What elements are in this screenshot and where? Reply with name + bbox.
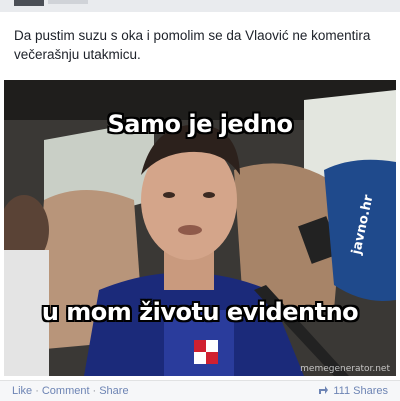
share-icon	[319, 386, 329, 394]
author-name-line[interactable]	[48, 0, 88, 4]
meme-top-text: Samo je jedno	[107, 110, 293, 138]
post-photo[interactable]: javno.hr Samo je jedno u mom životu evid…	[4, 80, 396, 376]
like-link[interactable]: Like	[12, 385, 32, 397]
shares-count: 111 Shares	[333, 385, 388, 397]
post-message: Da pustim suzu s oka i pomolim se da Vla…	[14, 28, 371, 62]
post-action-bar: Like · Comment · Share 111 Shares	[0, 380, 400, 401]
separator: ·	[92, 385, 97, 397]
post-header-strip	[0, 0, 400, 12]
share-link[interactable]: Share	[99, 385, 128, 397]
comment-link[interactable]: Comment	[42, 385, 90, 397]
meme-bottom-text: u mom životu evidentno	[41, 298, 359, 326]
avatar[interactable]	[14, 0, 44, 6]
separator: ·	[35, 385, 39, 397]
post-actions: Like · Comment · Share	[12, 385, 129, 397]
shares-count-link[interactable]: 111 Shares	[318, 385, 388, 397]
watermark: memegenerator.net	[300, 364, 390, 374]
